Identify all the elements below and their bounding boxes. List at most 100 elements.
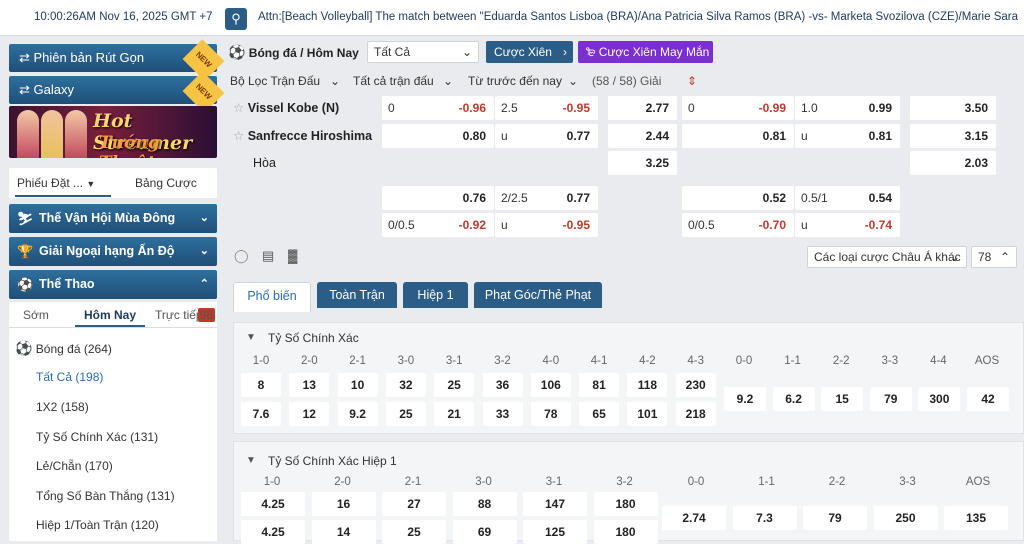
odds-box[interactable]: 10 (337, 373, 378, 397)
market-item[interactable]: Tổng Số Bàn Thắng (131) (36, 489, 244, 503)
time-range-select[interactable]: Từ trước đến nay ⌄ (462, 71, 580, 93)
odds-cell[interactable]: u -0.95 (495, 213, 598, 237)
odds-box[interactable]: 9.2 (724, 387, 766, 411)
chart-icon[interactable]: ▓ (288, 248, 297, 263)
league-count-button[interactable]: (58 / 58) Giải (586, 71, 670, 93)
odds-box[interactable]: 32 (385, 373, 426, 397)
odds-box[interactable]: 25 (385, 402, 426, 426)
odds-box[interactable]: 25 (382, 520, 446, 544)
market-item[interactable]: Tất Cả (198) (36, 370, 244, 384)
tab-bet-slip[interactable]: Phiếu Đặt ... ▼ (17, 176, 95, 190)
tab-bet-table[interactable]: Bảng Cược (135, 176, 197, 190)
market-item[interactable]: Tỷ Số Chính Xác (131) (36, 430, 244, 444)
odds-box[interactable]: 8 (241, 373, 281, 397)
odds-box[interactable]: 36 (482, 373, 523, 397)
odds-cell[interactable]: 0.76 (382, 186, 494, 210)
odds-cell[interactable]: 0.81 (682, 124, 794, 148)
market-item[interactable]: 1X2 (158) (36, 400, 244, 414)
odds-cell[interactable]: 0 -0.96 (382, 96, 494, 120)
odds-box[interactable]: 118 (627, 373, 668, 397)
odds-box[interactable]: 13 (289, 373, 330, 397)
tab-corners-cards[interactable]: Phạt Góc/Thẻ Phạt (474, 282, 602, 308)
tab-today[interactable]: Hôm Nay (75, 308, 145, 327)
odds-cell[interactable]: 1.0 0.99 (795, 96, 900, 120)
tab-live[interactable]: Trực tiếp (155, 308, 203, 322)
odds-box[interactable]: 27 (382, 492, 446, 516)
lucky-parlay-button[interactable]: ₻ Cược Xiên May Mắn (578, 41, 713, 63)
odds-box[interactable]: 125 (523, 520, 587, 544)
odds-box[interactable]: 106 (530, 373, 571, 397)
odds-box[interactable]: 180 (593, 520, 658, 544)
sport-soccer[interactable]: ⚽ Bóng đá (264) (15, 340, 223, 357)
odds-box[interactable]: 65 (579, 402, 620, 426)
asian-bets-select[interactable]: Các loại cược Châu Á khác ⌄ (807, 246, 967, 268)
odds-cell[interactable]: 0.80 (382, 124, 494, 148)
odds-box[interactable]: 33 (482, 402, 523, 426)
market-item[interactable]: Lẻ/Chẵn (170) (36, 459, 244, 473)
star-icon[interactable]: ☆ (233, 101, 244, 115)
stats-icon[interactable]: ◯ (234, 248, 249, 264)
tab-popular[interactable]: Phổ biến (233, 282, 311, 312)
category-sports[interactable]: ⚽ Thể Thao ⌃ (9, 270, 217, 299)
sport-filter-select[interactable]: Tất Cả ⌄ (367, 41, 479, 63)
odds-box[interactable]: 79 (803, 506, 867, 530)
quick-version-button[interactable]: ⇄ Phiên bản Rút Gọn NEW (9, 39, 225, 81)
odds-cell[interactable]: 2.03 (910, 151, 996, 175)
odds-cell[interactable]: 2.44 (608, 124, 677, 148)
odds-cell[interactable]: 0.5/1 0.54 (795, 186, 900, 210)
category-indian-premier-league[interactable]: 🏆 Giải Ngoại hạng Ấn Độ ⌄ (9, 237, 217, 266)
match-filter-select[interactable]: Bộ Lọc Trận Đấu ⌄ (224, 71, 342, 93)
market-item[interactable]: Hiệp 1/Toàn Trận (120) (36, 518, 244, 532)
odds-box[interactable]: 81 (579, 373, 620, 397)
odds-box[interactable]: 4.25 (241, 520, 305, 544)
odds-cell[interactable]: 3.25 (608, 151, 677, 175)
odds-box[interactable]: 4.25 (241, 492, 305, 516)
odds-box[interactable]: 25 (434, 373, 475, 397)
odds-box[interactable]: 218 (675, 402, 716, 426)
odds-box[interactable]: 21 (434, 402, 475, 426)
odds-cell[interactable]: 2/2.5 0.77 (495, 186, 598, 210)
odds-box[interactable]: 15 (821, 387, 864, 411)
odds-box[interactable]: 300 (918, 387, 961, 411)
odds-cell[interactable]: 2.5 -0.95 (495, 96, 598, 120)
odds-cell[interactable]: 3.50 (910, 96, 996, 120)
odds-box[interactable]: 250 (873, 506, 938, 530)
odds-box[interactable]: 135 (944, 506, 1008, 530)
odds-cell[interactable]: 2.77 (608, 96, 677, 120)
odds-box[interactable]: 16 (311, 492, 376, 516)
odds-cell[interactable]: 0 -0.99 (682, 96, 794, 120)
odds-cell[interactable]: 0/0.5 -0.70 (682, 213, 794, 237)
sort-icon[interactable]: ⇕ (674, 71, 710, 93)
market-count-button[interactable]: 78 ⌃ (971, 246, 1017, 268)
odds-box[interactable]: 6.2 (772, 387, 815, 411)
star-icon[interactable]: ☆ (233, 129, 244, 143)
odds-box[interactable]: 79 (869, 387, 912, 411)
tab-early[interactable]: Sớm (23, 308, 49, 322)
odds-box[interactable]: 101 (627, 402, 668, 426)
tab-first-half[interactable]: Hiệp 1 (403, 282, 468, 308)
odds-box[interactable]: 69 (452, 520, 517, 544)
category-winter-olympics[interactable]: ⛷ Thế Vận Hội Mùa Đông ⌄ (9, 204, 217, 233)
odds-box[interactable]: 78 (530, 402, 571, 426)
odds-cell[interactable]: u -0.74 (795, 213, 900, 237)
chevron-down-icon[interactable]: ▼ (246, 455, 256, 466)
parlay-button[interactable]: Cược Xiên › (486, 41, 573, 63)
odds-cell[interactable]: 0.52 (682, 186, 794, 210)
odds-box[interactable]: 7.3 (732, 506, 797, 530)
odds-box[interactable]: 42 (967, 387, 1009, 411)
odds-box[interactable]: 9.2 (337, 402, 378, 426)
all-matches-select[interactable]: Tất cả trận đấu ⌄ (347, 71, 455, 93)
odds-box[interactable]: 230 (675, 373, 716, 397)
odds-cell[interactable]: 3.15 (910, 124, 996, 148)
odds-box[interactable]: 7.6 (241, 402, 281, 426)
search-icon[interactable]: ⚲ (225, 8, 247, 30)
tab-full-time[interactable]: Toàn Trận (317, 282, 397, 308)
odds-box[interactable]: 2.74 (662, 506, 726, 530)
galaxy-button[interactable]: ⇄ Galaxy NEW (9, 71, 225, 113)
odds-cell[interactable]: u 0.81 (795, 124, 900, 148)
list-icon[interactable]: ▤ (262, 248, 274, 264)
odds-cell[interactable]: 0/0.5 -0.92 (382, 213, 494, 237)
odds-cell[interactable]: u 0.77 (495, 124, 598, 148)
odds-box[interactable]: 147 (523, 492, 587, 516)
odds-box[interactable]: 88 (452, 492, 517, 516)
